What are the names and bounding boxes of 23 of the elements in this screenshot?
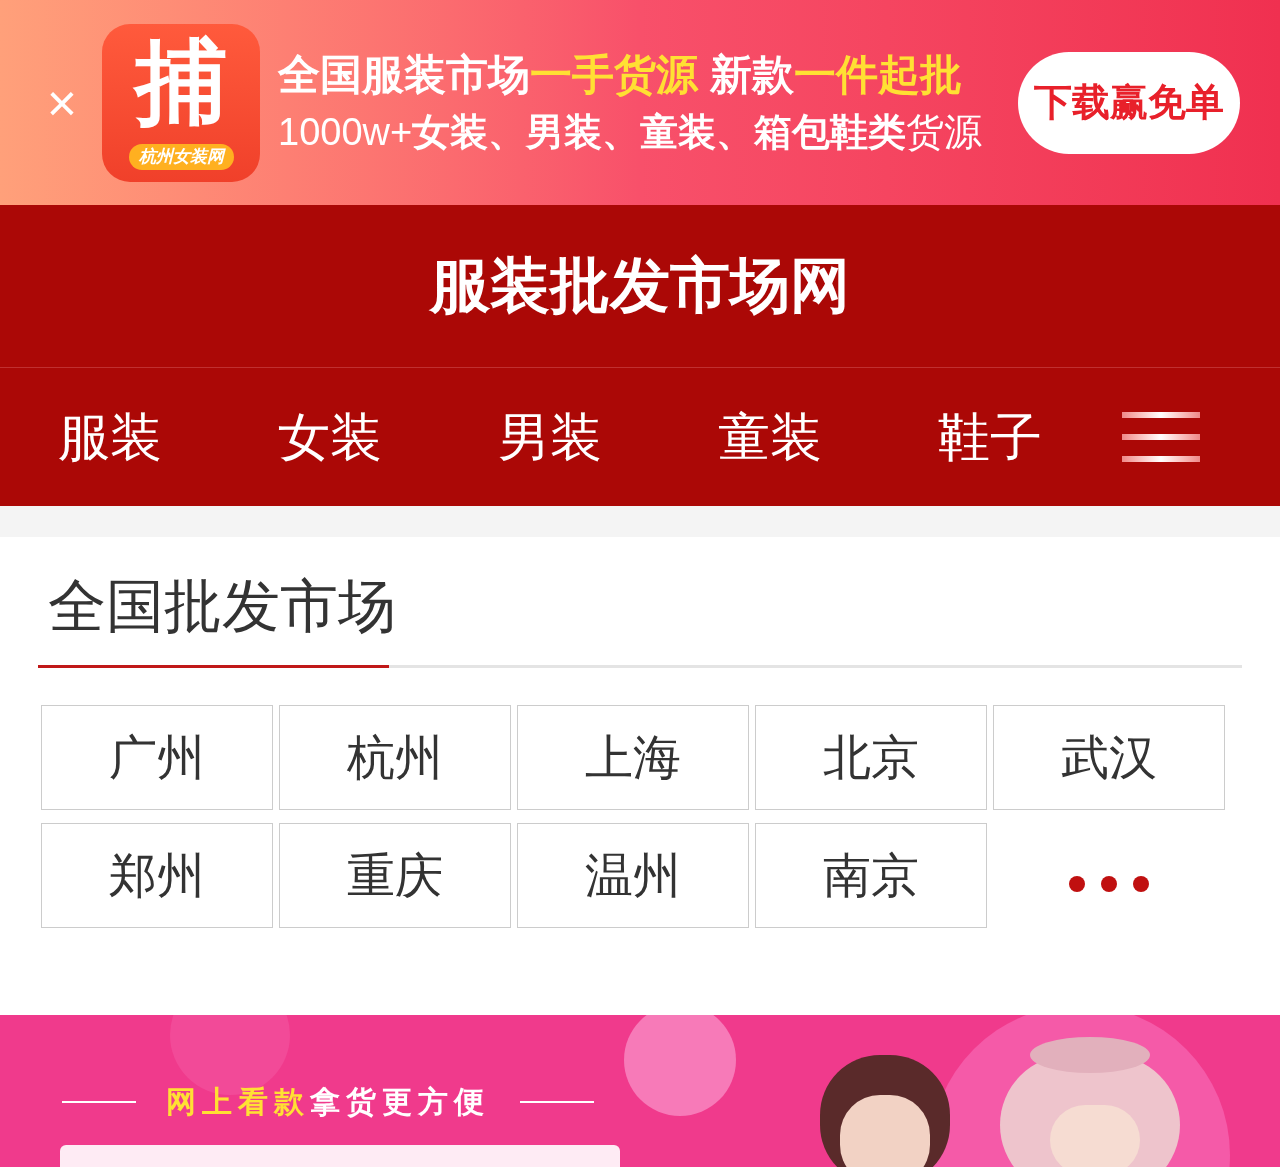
menu-icon[interactable] bbox=[1122, 412, 1200, 462]
nav-link[interactable]: 鞋子 bbox=[880, 398, 1100, 476]
nav-link[interactable]: 女装 bbox=[220, 398, 440, 476]
city-link[interactable]: 郑州 bbox=[41, 823, 273, 928]
nav-link[interactable]: 童装 bbox=[660, 398, 880, 476]
site-title: 服装批发市场网 bbox=[430, 251, 850, 321]
city-link[interactable]: 温州 bbox=[517, 823, 749, 928]
download-button[interactable]: 下载赢免单 bbox=[1018, 51, 1240, 154]
city-link[interactable]: 杭州 bbox=[279, 705, 511, 810]
city-link[interactable]: 北京 bbox=[755, 705, 987, 810]
logo-caption: 杭州女装网 bbox=[128, 144, 234, 170]
city-link[interactable]: 上海 bbox=[517, 705, 749, 810]
nav-link[interactable]: 男装 bbox=[440, 398, 660, 476]
banner-headline: 全国服装市场一手货源 新款一件起批 bbox=[278, 49, 963, 100]
city-link[interactable]: 南京 bbox=[755, 823, 987, 928]
city-link[interactable]: 武汉 bbox=[993, 705, 1225, 810]
section-title: 全国批发市场 bbox=[47, 577, 397, 640]
city-link[interactable]: 重庆 bbox=[279, 823, 511, 928]
logo-glyph: 捕 bbox=[135, 35, 227, 128]
promo-tagline: 网上看款拿货更方便 bbox=[166, 1084, 490, 1120]
banner-subline: 1000w+女装、男装、童装、箱包鞋类货源 bbox=[278, 110, 984, 155]
city-link[interactable]: 广州 bbox=[41, 705, 273, 810]
nav-link[interactable]: 服装 bbox=[0, 398, 220, 476]
